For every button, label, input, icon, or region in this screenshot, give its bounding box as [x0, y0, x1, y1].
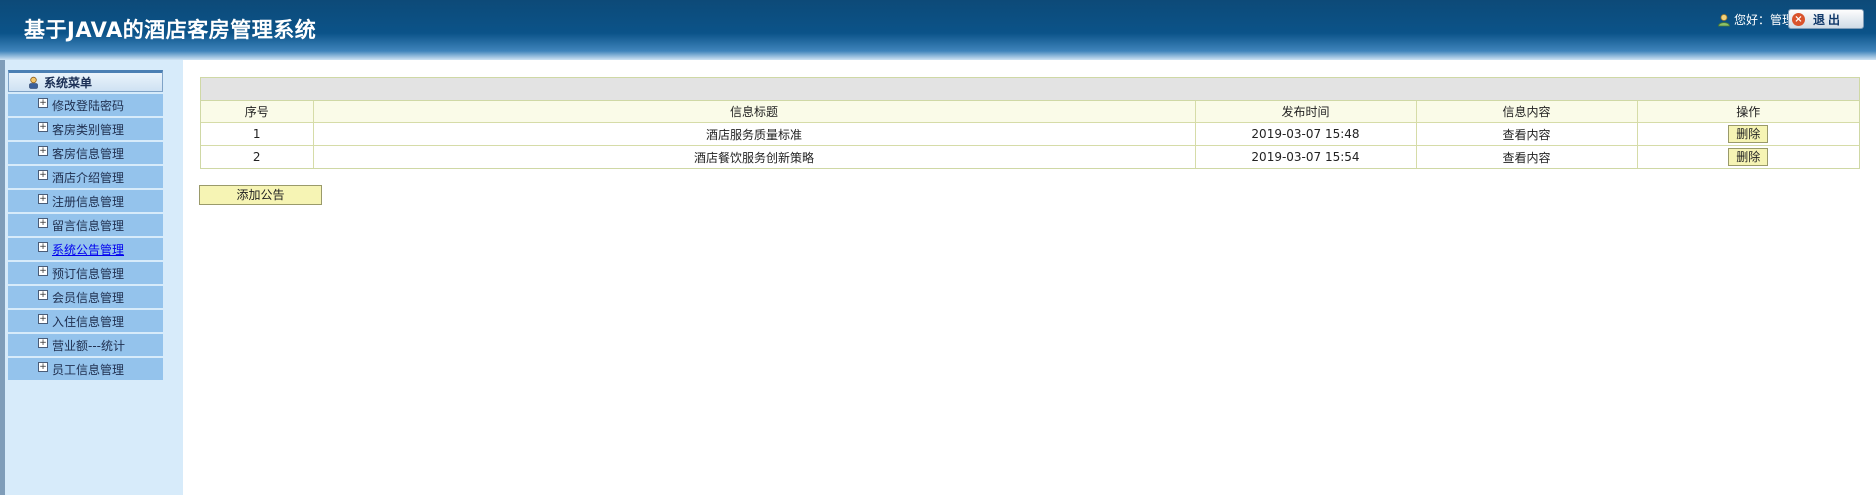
sidebar-item-messages[interactable]: + 留言信息管理	[8, 214, 163, 236]
view-content-link[interactable]: 查看内容	[1415, 145, 1638, 168]
expand-icon: +	[38, 266, 48, 276]
expand-icon: +	[38, 218, 48, 228]
sidebar-item-staff[interactable]: + 员工信息管理	[8, 358, 163, 380]
sidebar-item-label: 系统公告管理	[52, 242, 125, 257]
announcement-table: 序号 信息标题 发布时间 信息内容 操作 1 酒店服务质量标准 2019-03-…	[201, 101, 1859, 168]
cell-index: 1	[201, 122, 314, 146]
sidebar-item-room-info[interactable]: + 客房信息管理	[8, 142, 163, 164]
cell-index: 2	[201, 145, 314, 168]
expand-icon: +	[38, 338, 48, 348]
table-caption-bar	[201, 78, 1859, 101]
user-icon	[1718, 13, 1730, 26]
sidebar-item-label: 修改登陆密码	[52, 98, 125, 113]
cell-action: 删除	[1636, 145, 1859, 168]
sidebar-item-label: 员工信息管理	[52, 362, 125, 377]
cell-action: 删除	[1636, 122, 1859, 146]
sidebar-item-label: 预订信息管理	[52, 266, 125, 281]
sidebar-item-label: 客房信息管理	[52, 146, 125, 161]
table-row: 2 酒店餐饮服务创新策略 2019-03-07 15:54 查看内容 删除	[201, 145, 1859, 168]
sidebar-item-revenue-stats[interactable]: + 营业额---统计	[8, 334, 163, 356]
app-title: 基于JAVA的酒店客房管理系统	[24, 18, 317, 42]
column-header-title: 信息标题	[312, 101, 1196, 123]
delete-button[interactable]: 删除	[1728, 125, 1769, 143]
sidebar-item-label: 入住信息管理	[52, 314, 125, 329]
menu-header: 系统菜单	[8, 70, 163, 92]
column-header-content: 信息内容	[1415, 101, 1638, 123]
sidebar-item-announcements[interactable]: + 系统公告管理	[8, 238, 163, 260]
sidebar-item-label: 酒店介绍管理	[52, 170, 125, 185]
announcement-table-panel: 序号 信息标题 发布时间 信息内容 操作 1 酒店服务质量标准 2019-03-…	[200, 77, 1860, 169]
expand-icon: +	[38, 314, 48, 324]
table-row: 1 酒店服务质量标准 2019-03-07 15:48 查看内容 删除	[201, 122, 1859, 146]
expand-icon: +	[38, 290, 48, 300]
expand-icon: +	[38, 362, 48, 372]
sidebar-item-members[interactable]: + 会员信息管理	[8, 286, 163, 308]
logout-button[interactable]: × 退出	[1788, 9, 1864, 29]
sidebar-item-change-password[interactable]: + 修改登陆密码	[8, 94, 163, 116]
expand-icon: +	[38, 146, 48, 156]
view-content-link[interactable]: 查看内容	[1415, 122, 1638, 146]
close-icon: ×	[1792, 12, 1805, 26]
app-header: 基于JAVA的酒店客房管理系统 您好：管理员 × 退出	[0, 0, 1876, 60]
sidebar-item-room-category[interactable]: + 客房类别管理	[8, 118, 163, 140]
sidebar: 系统菜单 + 修改登陆密码 + 客房类别管理 + 客房信息管理 + 酒店介绍管理…	[5, 60, 183, 495]
expand-icon: +	[38, 122, 48, 132]
menu-user-icon	[29, 76, 38, 89]
cell-time: 2019-03-07 15:54	[1194, 145, 1417, 168]
delete-button[interactable]: 删除	[1728, 148, 1769, 166]
sidebar-item-label: 留言信息管理	[52, 218, 125, 233]
main-content: 序号 信息标题 发布时间 信息内容 操作 1 酒店服务质量标准 2019-03-…	[199, 77, 1860, 205]
column-header-action: 操作	[1636, 101, 1859, 123]
menu-title: 系统菜单	[44, 75, 93, 90]
expand-icon: +	[38, 98, 48, 108]
column-header-index: 序号	[201, 101, 314, 123]
expand-icon: +	[38, 242, 48, 252]
table-header-row: 序号 信息标题 发布时间 信息内容 操作	[201, 101, 1859, 123]
expand-icon: +	[38, 194, 48, 204]
menu-list: + 修改登陆密码 + 客房类别管理 + 客房信息管理 + 酒店介绍管理 + 注册…	[8, 94, 163, 382]
sidebar-item-label: 客房类别管理	[52, 122, 125, 137]
cell-title: 酒店餐饮服务创新策略	[312, 145, 1196, 168]
expand-icon: +	[38, 170, 48, 180]
sidebar-item-reservations[interactable]: + 预订信息管理	[8, 262, 163, 284]
cell-title: 酒店服务质量标准	[312, 122, 1196, 146]
cell-time: 2019-03-07 15:48	[1194, 122, 1417, 146]
sidebar-item-hotel-intro[interactable]: + 酒店介绍管理	[8, 166, 163, 188]
sidebar-item-registration[interactable]: + 注册信息管理	[8, 190, 163, 212]
logout-label: 退出	[1813, 12, 1844, 27]
sidebar-item-checkin[interactable]: + 入住信息管理	[8, 310, 163, 332]
sidebar-item-label: 注册信息管理	[52, 194, 125, 209]
column-header-time: 发布时间	[1194, 101, 1417, 123]
sidebar-item-label: 会员信息管理	[52, 290, 125, 305]
sidebar-item-label: 营业额---统计	[52, 338, 125, 353]
add-announcement-button[interactable]: 添加公告	[199, 185, 322, 205]
